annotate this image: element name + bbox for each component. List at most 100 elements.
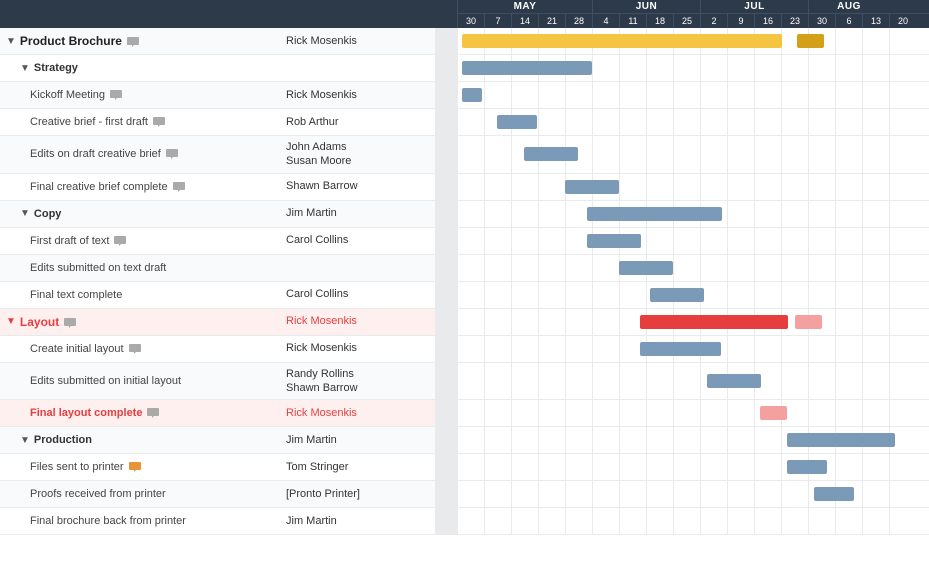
gantt-row: Edits submitted on text draft bbox=[0, 255, 929, 282]
responsible-name: Jim Martin bbox=[286, 514, 337, 528]
task-label: Create initial layout bbox=[30, 343, 124, 355]
responsible-cell bbox=[280, 255, 435, 281]
gantt-row: ▼ProductionJim Martin bbox=[0, 427, 929, 454]
chart-cell bbox=[457, 508, 929, 534]
date-cell: 20 bbox=[889, 14, 916, 28]
task-label: Edits submitted on text draft bbox=[30, 262, 166, 274]
gantt-row: Edits submitted on initial layoutRandy R… bbox=[0, 363, 929, 401]
nav-spacer bbox=[435, 309, 457, 335]
gantt-bar bbox=[707, 374, 761, 388]
responsible-name: Rick Mosenkis bbox=[286, 406, 357, 420]
expand-icon[interactable]: ▼ bbox=[20, 208, 30, 219]
task-label: Creative brief - first draft bbox=[30, 116, 148, 128]
responsible-cell: Rob Arthur bbox=[280, 109, 435, 135]
gantt-bar bbox=[587, 234, 641, 248]
gantt-bar bbox=[787, 433, 895, 447]
month-label-may: MAY bbox=[457, 0, 592, 13]
comment-icon bbox=[64, 317, 76, 327]
task-label: Final text complete bbox=[30, 289, 122, 301]
task-label: Proofs received from printer bbox=[30, 488, 166, 500]
gantt-bar bbox=[587, 207, 722, 221]
task-cell: Edits submitted on initial layout bbox=[0, 363, 280, 400]
expand-icon[interactable]: ▼ bbox=[20, 63, 30, 74]
gantt-bar bbox=[797, 34, 824, 48]
task-cell: ▼Copy bbox=[0, 201, 280, 227]
gantt-bar bbox=[795, 315, 822, 329]
task-cell: Edits submitted on text draft bbox=[0, 255, 280, 281]
nav-spacer bbox=[435, 336, 457, 362]
chart-cell bbox=[457, 255, 929, 281]
responsible-cell: Tom Stringer bbox=[280, 454, 435, 480]
gantt-row: Final layout complete Rick Mosenkis bbox=[0, 400, 929, 427]
responsible-name: Jim Martin bbox=[286, 206, 337, 220]
responsible-name: Carol Collins bbox=[286, 233, 348, 247]
chart-cell bbox=[457, 336, 929, 362]
task-cell: ▼ Strategy bbox=[0, 55, 280, 81]
date-cell: 11 bbox=[619, 14, 646, 28]
chart-cell bbox=[457, 82, 929, 108]
gantt-bar bbox=[640, 315, 788, 329]
task-cell: Final text complete bbox=[0, 282, 280, 308]
month-label-jun: JUN bbox=[592, 0, 700, 13]
chart-cell bbox=[457, 309, 929, 335]
gantt-bar bbox=[650, 288, 704, 302]
month-label-jul: JUL bbox=[700, 0, 808, 13]
responsible-cell: Rick Mosenkis bbox=[280, 309, 435, 335]
date-cell: 18 bbox=[646, 14, 673, 28]
date-cell: 6 bbox=[835, 14, 862, 28]
gantt-row: Files sent to printer Tom Stringer bbox=[0, 454, 929, 481]
responsible-cell: John Adams Susan Moore bbox=[280, 136, 435, 173]
responsible-name: Shawn Barrow bbox=[286, 179, 358, 193]
gantt-row: Edits on draft creative briefJohn Adams … bbox=[0, 136, 929, 174]
responsible-name: [Pronto Printer] bbox=[286, 487, 360, 501]
task-label: Files sent to printer bbox=[30, 461, 124, 473]
nav-spacer bbox=[435, 109, 457, 135]
nav-spacer bbox=[435, 282, 457, 308]
responsible-name: Rick Mosenkis bbox=[286, 88, 357, 102]
responsible-name: Rob Arthur bbox=[286, 115, 339, 129]
responsible-cell: Carol Collins bbox=[280, 282, 435, 308]
responsible-cell: Rick Mosenkis bbox=[280, 82, 435, 108]
chart-cell bbox=[457, 427, 929, 453]
responsible-cell: Jim Martin bbox=[280, 508, 435, 534]
chart-cell bbox=[457, 28, 929, 54]
comment-icon bbox=[166, 149, 178, 159]
nav-spacer bbox=[435, 82, 457, 108]
expand-icon[interactable]: ▼ bbox=[6, 36, 16, 47]
gantt-row: Kickoff MeetingRick Mosenkis bbox=[0, 82, 929, 109]
chart-cell bbox=[457, 109, 929, 135]
date-cell: 4 bbox=[592, 14, 619, 28]
comment-icon bbox=[114, 236, 126, 246]
comment-icon bbox=[127, 36, 139, 46]
responsible-name: Jim Martin bbox=[286, 433, 337, 447]
date-cell: 30 bbox=[808, 14, 835, 28]
responsible-cell: Randy Rollins Shawn Barrow bbox=[280, 363, 435, 400]
expand-icon[interactable]: ▼ bbox=[20, 435, 30, 446]
responsible-name: John Adams Susan Moore bbox=[286, 140, 351, 169]
chart-cell bbox=[457, 201, 929, 227]
gantt-row: Proofs received from printer [Pronto Prin… bbox=[0, 481, 929, 508]
task-label: Product Brochure bbox=[20, 34, 122, 48]
gantt-bar bbox=[760, 406, 787, 420]
responsible-cell: Rick Mosenkis bbox=[280, 336, 435, 362]
task-label: Strategy bbox=[34, 62, 78, 74]
task-cell: Final creative brief complete bbox=[0, 174, 280, 200]
dates-row: 30714212841118252916233061320 bbox=[457, 14, 929, 28]
gantt-row: Final brochure back from printer Jim Mart… bbox=[0, 508, 929, 535]
nav-spacer bbox=[435, 174, 457, 200]
months-row: MAYJUNJULAUG bbox=[457, 0, 929, 14]
task-cell: First draft of text bbox=[0, 228, 280, 254]
chart-cell bbox=[457, 400, 929, 426]
chart-cell bbox=[457, 454, 929, 480]
task-cell: Final layout complete bbox=[0, 400, 280, 426]
expand-icon[interactable]: ▼ bbox=[6, 316, 16, 327]
gantt-body: ▼ Product Brochure Rick Mosenkis ▼ Strategy K… bbox=[0, 28, 929, 585]
nav-spacer bbox=[435, 255, 457, 281]
comment-icon bbox=[173, 182, 185, 192]
chart-cell bbox=[457, 174, 929, 200]
gantt-months-header: MAYJUNJULAUG 307142128411182529162330613… bbox=[457, 0, 929, 28]
responsible-cell: Rick Mosenkis bbox=[280, 400, 435, 426]
task-cell: ▼Layout bbox=[0, 309, 280, 335]
task-label: Final brochure back from printer bbox=[30, 515, 186, 527]
comment-icon bbox=[129, 344, 141, 354]
